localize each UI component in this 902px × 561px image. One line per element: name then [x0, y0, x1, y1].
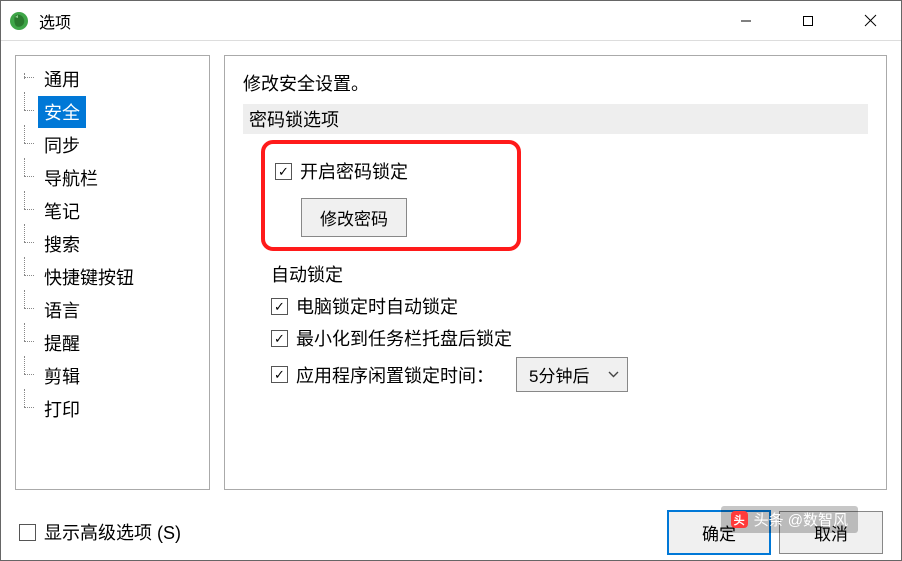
- lock-on-minimize-row[interactable]: 最小化到任务栏托盘后锁定: [271, 325, 868, 351]
- settings-panel: 修改安全设置。 密码锁选项 开启密码锁定 修改密码 自动锁定 电脑锁定时自动锁定…: [224, 55, 887, 490]
- enable-password-lock-checkbox[interactable]: [275, 163, 292, 180]
- app-icon: [9, 11, 29, 31]
- sidebar-item-print[interactable]: 打印: [38, 393, 86, 425]
- change-password-button[interactable]: 修改密码: [301, 198, 407, 237]
- password-section-header: 密码锁选项: [243, 104, 868, 134]
- maximize-button[interactable]: [777, 1, 839, 40]
- idle-time-dropdown[interactable]: 5分钟后: [516, 357, 628, 392]
- show-advanced-checkbox[interactable]: [19, 524, 36, 541]
- options-dialog: 选项 通用 安全 同步 导航栏 笔记 搜索 快捷键按钮 语言 提醒 剪辑 打: [0, 0, 902, 561]
- idle-time-value: 5分钟后: [529, 362, 589, 387]
- ok-button[interactable]: 确定: [667, 510, 771, 555]
- close-button[interactable]: [839, 1, 901, 40]
- panel-heading: 修改安全设置。: [243, 70, 868, 96]
- sidebar-item-language[interactable]: 语言: [38, 294, 86, 326]
- auto-lock-header: 自动锁定: [271, 261, 868, 287]
- enable-password-lock-label: 开启密码锁定: [300, 158, 408, 184]
- lock-on-idle-label: 应用程序闲置锁定时间：: [296, 362, 494, 388]
- sidebar-item-sync[interactable]: 同步: [38, 129, 86, 161]
- lock-on-computer-lock-row[interactable]: 电脑锁定时自动锁定: [271, 293, 868, 319]
- sidebar-item-security[interactable]: 安全: [38, 96, 86, 128]
- sidebar-item-navbar[interactable]: 导航栏: [38, 162, 104, 194]
- lock-on-computer-lock-checkbox[interactable]: [271, 298, 288, 315]
- chevron-down-icon: [607, 369, 619, 381]
- sidebar-item-shortcuts[interactable]: 快捷键按钮: [38, 261, 140, 293]
- titlebar: 选项: [1, 1, 901, 41]
- lock-on-minimize-label: 最小化到任务栏托盘后锁定: [296, 325, 512, 351]
- lock-on-computer-lock-label: 电脑锁定时自动锁定: [296, 293, 458, 319]
- sidebar-item-search[interactable]: 搜索: [38, 228, 86, 260]
- enable-password-lock-row[interactable]: 开启密码锁定: [275, 158, 507, 184]
- lock-on-idle-row[interactable]: 应用程序闲置锁定时间： 5分钟后: [271, 357, 868, 392]
- cancel-button[interactable]: 取消: [779, 511, 883, 554]
- highlight-annotation: 开启密码锁定 修改密码: [261, 140, 521, 251]
- lock-on-idle-checkbox[interactable]: [271, 366, 288, 383]
- sidebar-item-general[interactable]: 通用: [38, 63, 86, 95]
- sidebar-item-clipping[interactable]: 剪辑: [38, 360, 86, 392]
- show-advanced-row[interactable]: 显示高级选项 (S): [19, 519, 181, 545]
- sidebar-item-reminders[interactable]: 提醒: [38, 327, 86, 359]
- category-sidebar: 通用 安全 同步 导航栏 笔记 搜索 快捷键按钮 语言 提醒 剪辑 打印: [15, 55, 210, 490]
- minimize-button[interactable]: [715, 1, 777, 40]
- lock-on-minimize-checkbox[interactable]: [271, 330, 288, 347]
- dialog-footer: 显示高级选项 (S) 确定 取消: [1, 504, 901, 560]
- sidebar-item-notes[interactable]: 笔记: [38, 195, 86, 227]
- show-advanced-label: 显示高级选项 (S): [44, 519, 181, 545]
- window-title: 选项: [39, 9, 71, 33]
